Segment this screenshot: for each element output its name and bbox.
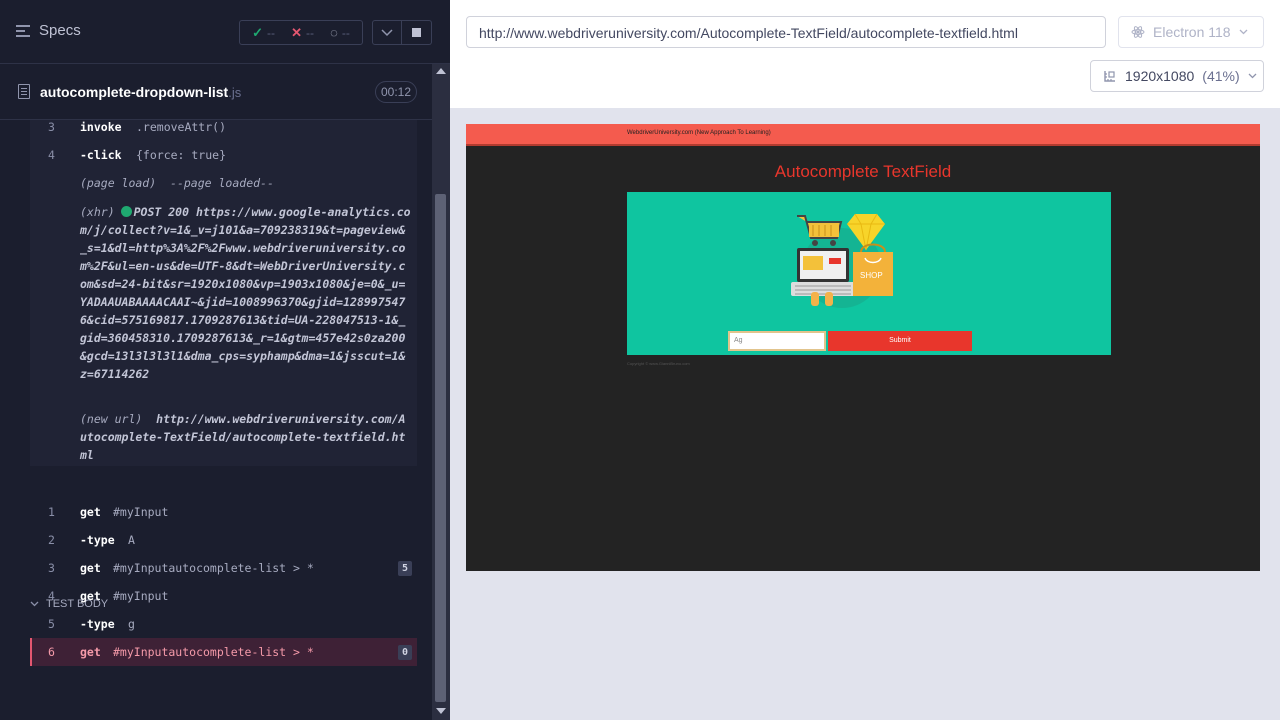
page-load-event[interactable]: (page load) --page loaded--	[80, 174, 412, 192]
page-load-message: --page loaded--	[170, 176, 274, 190]
runner-panel: http://www.webdriveruniversity.com/Autoc…	[450, 0, 1280, 720]
scroll-thumb[interactable]	[435, 194, 446, 702]
check-icon: ✓	[252, 24, 263, 40]
spec-file-row: autocomplete-dropdown-list.js 00:12	[0, 64, 432, 120]
xhr-url: https://www.google-analytics.com/j/colle…	[80, 205, 411, 381]
spinner-icon: ◌	[330, 25, 338, 40]
command-name: get	[80, 645, 101, 659]
specs-toggle[interactable]: Specs	[16, 22, 81, 39]
command-row-failed[interactable]: 6 get #myInputautocomplete-list > * 0	[30, 638, 417, 666]
command-message: #myInput	[113, 505, 169, 519]
specs-label: Specs	[39, 22, 81, 39]
test-stats: ✓ -- ✕ -- ◌ --	[239, 20, 363, 45]
page-load-label: (page load)	[80, 176, 157, 190]
aut-card: SHOP Ag Submit	[627, 192, 1111, 355]
specs-menu-icon	[16, 24, 31, 37]
new-url-label: (new url)	[80, 412, 143, 426]
command-name: get	[80, 589, 101, 603]
command-message: #myInputautocomplete-list > *	[113, 561, 314, 575]
auto-scroll-button[interactable]	[372, 20, 402, 45]
aut-footer: Copyright © www.GianniBruno.com	[627, 361, 690, 366]
scroll-down-arrow-icon[interactable]	[436, 708, 446, 714]
chevron-down-icon	[1248, 73, 1257, 79]
url-bar[interactable]: http://www.webdriveruniversity.com/Autoc…	[466, 16, 1106, 48]
pending-stat: ◌ --	[330, 25, 350, 40]
aut-iframe[interactable]: WebdriverUniversity.com (New Approach To…	[466, 124, 1260, 571]
command-message: #myInputautocomplete-list > *	[113, 645, 314, 659]
command-number: 6	[48, 645, 55, 659]
command-message: #myInput	[113, 589, 169, 603]
passed-count: --	[266, 25, 275, 40]
command-row[interactable]: 4 get #myInput	[30, 582, 417, 610]
aut-heading: Autocomplete TextField	[774, 162, 952, 181]
command-number: 3	[48, 120, 55, 134]
command-name: -type	[80, 533, 115, 547]
autocomplete-input[interactable]: Ag	[728, 331, 826, 351]
xhr-label: (xhr)	[80, 205, 115, 219]
command-name: invoke	[80, 120, 122, 134]
aut-brand-link[interactable]: WebdriverUniversity.com (New Approach To…	[627, 130, 771, 136]
command-message: {force: true}	[136, 148, 227, 162]
spec-file-extension: .js	[228, 85, 242, 100]
command-number: 5	[48, 617, 55, 631]
browser-selector[interactable]: Electron 118	[1118, 16, 1264, 48]
viewport-selector[interactable]: 1920x1080 (41%)	[1090, 60, 1264, 92]
command-name: -click	[80, 148, 122, 162]
command-number: 1	[48, 505, 55, 519]
command-name: -type	[80, 617, 115, 631]
new-url-event[interactable]: (new url) http://www.webdriveruniversity…	[80, 410, 412, 464]
electron-icon	[1131, 26, 1145, 38]
command-number: 3	[48, 561, 55, 575]
command-row[interactable]: 5 -type g	[30, 610, 417, 638]
command-number: 4	[48, 148, 55, 162]
command-log-scrollbar[interactable]	[432, 64, 450, 720]
xhr-event[interactable]: (xhr) POST 200 https://www.google-analyti…	[80, 203, 412, 383]
aut-container: WebdriverUniversity.com (New Approach To…	[450, 108, 1280, 720]
viewport-scale: (41%)	[1202, 68, 1240, 84]
command-row[interactable]: 3 get #myInputautocomplete-list > * 5	[30, 554, 417, 582]
ruler-icon	[1104, 71, 1115, 82]
status-dot-icon	[120, 206, 132, 217]
command-row[interactable]: 1 get #myInput	[30, 498, 417, 526]
passed-stat: ✓ --	[252, 25, 275, 41]
chevron-down-icon	[1239, 29, 1248, 35]
xhr-status: POST 200	[133, 205, 190, 219]
command-row[interactable]: 4 -click {force: true}	[30, 141, 417, 169]
shop-bag-label: SHOP	[860, 271, 883, 280]
command-list: 3 invoke .removeAttr() 4 -click {force: …	[0, 120, 432, 680]
command-row[interactable]: 3 invoke .removeAttr()	[30, 120, 417, 141]
command-name: get	[80, 561, 101, 575]
element-count-badge: 5	[398, 561, 412, 576]
aut-navbar: WebdriverUniversity.com (New Approach To…	[466, 124, 1260, 146]
failed-stat: ✕ --	[291, 25, 314, 41]
scroll-up-arrow-icon[interactable]	[436, 68, 446, 74]
command-number: 4	[48, 589, 55, 603]
viewport-size: 1920x1080	[1125, 68, 1195, 84]
spec-file-name[interactable]: autocomplete-dropdown-list.js	[40, 84, 241, 100]
element-count-badge: 0	[398, 645, 412, 660]
spec-file-basename: autocomplete-dropdown-list	[40, 84, 229, 100]
browser-name: Electron 118	[1153, 24, 1231, 40]
chevron-down-icon	[381, 28, 393, 36]
failed-count: --	[306, 25, 315, 40]
command-message: g	[128, 617, 135, 631]
command-row[interactable]: 2 -type A	[30, 526, 417, 554]
stop-icon	[412, 28, 421, 37]
x-icon: ✕	[291, 24, 303, 40]
command-name: get	[80, 505, 101, 519]
command-log-panel: Specs ✓ -- ✕ -- ◌ -- autocomplete-dropdo…	[0, 0, 450, 720]
command-message: .removeAttr()	[136, 120, 227, 134]
pending-count: --	[341, 25, 350, 40]
spec-duration: 00:12	[375, 81, 417, 103]
specs-header: Specs ✓ -- ✕ -- ◌ --	[0, 0, 450, 64]
stop-button[interactable]	[402, 20, 432, 45]
submit-button[interactable]: Submit	[828, 331, 972, 351]
command-number: 2	[48, 533, 55, 547]
document-icon	[18, 84, 30, 99]
command-message: A	[128, 533, 135, 547]
shopping-illustration: SHOP	[791, 213, 893, 308]
